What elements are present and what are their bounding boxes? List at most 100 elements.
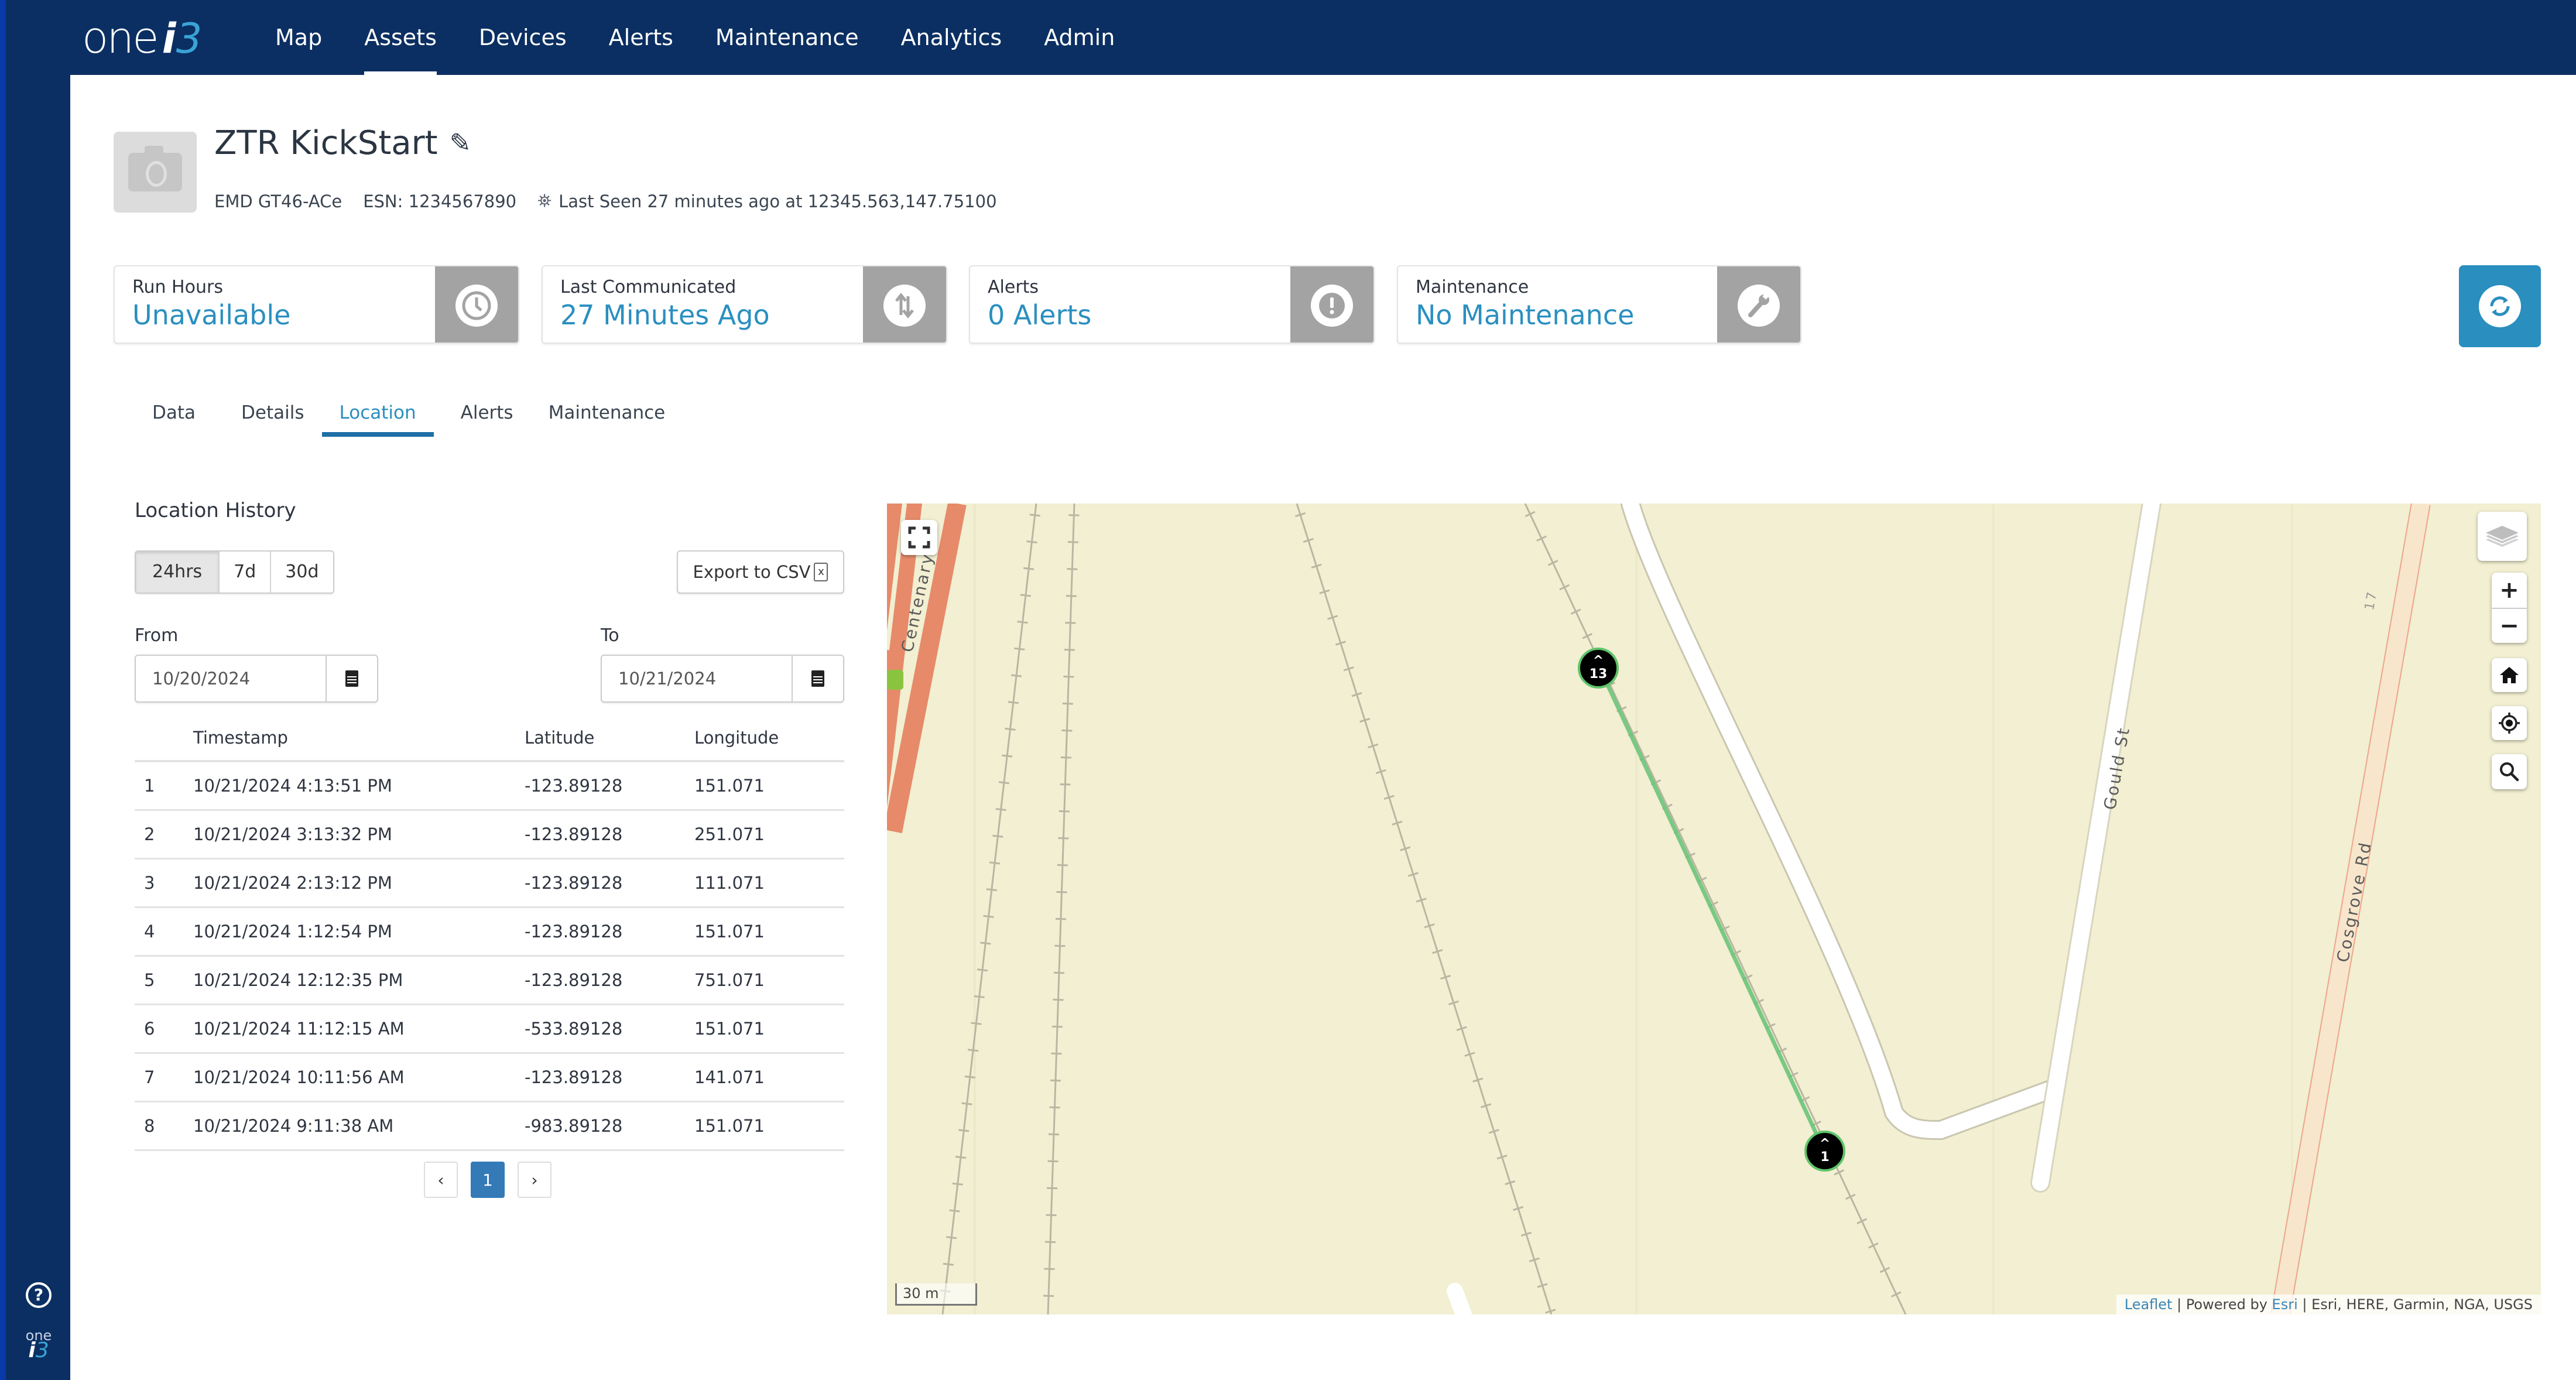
prev-page-button[interactable]: ‹ [424,1162,458,1198]
row-index: 6 [135,1004,193,1054]
help-icon[interactable]: ? [26,1282,52,1308]
sidebar-logo-i3: i3 [21,1340,56,1361]
railway-tick [1008,701,1019,704]
column-header-latitude[interactable]: Latitude [525,715,694,762]
row-longitude: 151.071 [694,1101,844,1151]
window-edge [0,0,6,1380]
card-maintenance: Maintenance No Maintenance [1397,265,1801,344]
from-calendar-button[interactable] [326,656,377,701]
pencil-icon[interactable]: ✎ [450,128,471,158]
home-button[interactable] [2492,658,2527,692]
tab-details[interactable]: Details [213,392,321,433]
railway-tick [1053,998,1064,1001]
asset-name: ZTR KickStart [214,124,438,162]
card-icon-box [1290,266,1373,343]
row-latitude: -123.89128 [525,1053,694,1102]
transfer-arrows-icon [883,285,926,327]
railway-tick [1053,971,1064,974]
tab-data[interactable]: Data [135,392,213,433]
one-i3-logo[interactable]: one i3 [82,13,202,63]
from-label: From [135,625,179,646]
table-row[interactable]: 2 10/21/2024 3:13:32 PM -123.89128 251.071 [135,810,844,859]
railway-tick [1050,1079,1061,1082]
export-csv-button[interactable]: Export to CSV x [677,550,844,594]
row-longitude: 151.071 [694,761,844,811]
nav-item-map[interactable]: Map [275,0,322,75]
tab-location[interactable]: Location [321,392,434,437]
card-label: Maintenance [1416,277,1529,297]
range-7d-button[interactable]: 7d [218,552,270,593]
card-label: Last Communicated [560,277,737,297]
table-row[interactable]: 7 10/21/2024 10:11:56 AM -123.89128 141.071 [135,1053,844,1102]
table-row[interactable]: 5 10/21/2024 12:12:35 PM -123.89128 751.071 [135,956,844,1005]
locate-button[interactable] [2492,706,2527,740]
map-search-button[interactable] [2492,754,2527,789]
nav-item-alerts[interactable]: Alerts [609,0,673,75]
map-marker-13[interactable]: ^ 13 [1578,648,1619,689]
railway-tick [968,1049,979,1052]
row-longitude: 151.071 [694,907,844,957]
row-index: 1 [135,761,193,811]
location-map[interactable]: Centenary Gould St Cosgrove Rd 17 ^ 13 ^… [887,504,2541,1314]
layers-button[interactable] [2478,512,2527,561]
nav-item-admin[interactable]: Admin [1044,0,1115,75]
table-row[interactable]: 1 10/21/2024 4:13:51 PM -123.89128 151.071 [135,761,844,811]
card-value: 27 Minutes Ago [560,299,770,331]
nav-item-maintenance[interactable]: Maintenance [715,0,859,75]
wrench-icon [1738,285,1780,327]
railway-tick [998,781,1010,785]
range-30d-button[interactable]: 30d [270,552,333,593]
to-calendar-button[interactable] [792,656,843,701]
column-header-longitude[interactable]: Longitude [694,715,844,762]
card-label: Alerts [988,277,1039,297]
asset-photo[interactable] [114,132,197,213]
next-page-button[interactable]: › [518,1162,551,1198]
map-marker-1[interactable]: ^ 1 [1804,1131,1845,1172]
railway-tick [1051,1025,1063,1028]
nav-item-assets[interactable]: Assets [364,0,437,75]
asset-subtitle: EMD GT46-ACe ESN: 1234567890 ⛯ Last Seen… [214,191,997,211]
leaflet-link[interactable]: Leaflet [2125,1296,2173,1313]
railway-tick [1046,1187,1058,1190]
row-latitude: -123.89128 [525,810,694,859]
railway-tick [1068,514,1080,516]
logo-i: i [162,15,176,63]
home-icon [2500,667,2519,683]
esri-link[interactable]: Esri [2272,1296,2298,1313]
card-icon-box [1717,266,1800,343]
card-alerts: Alerts 0 Alerts [969,265,1375,344]
table-row[interactable]: 3 10/21/2024 2:13:12 PM -123.89128 111.071 [135,858,844,908]
railway-tick [1047,1160,1059,1163]
railway-tick [1002,754,1013,758]
tab-alerts[interactable]: Alerts [434,392,531,433]
nav-item-devices[interactable]: Devices [479,0,567,75]
zoom-out-button[interactable]: − [2492,608,2527,643]
tab-maintenance[interactable]: Maintenance [531,392,683,433]
row-index: 5 [135,956,193,1005]
row-index: 4 [135,907,193,957]
logo-text: one [82,13,159,63]
table-row[interactable]: 4 10/21/2024 1:12:54 PM -123.89128 151.071 [135,907,844,957]
row-longitude: 251.071 [694,810,844,859]
column-header-timestamp[interactable]: Timestamp [193,715,525,762]
zoom-in-button[interactable]: + [2492,573,2527,608]
sidebar-logo[interactable]: one i3 [21,1328,56,1361]
row-latitude: -983.89128 [525,1101,694,1151]
railway-tick [946,1236,957,1239]
nav-item-analytics[interactable]: Analytics [901,0,1002,75]
page-1-button[interactable]: 1 [471,1162,505,1198]
asset-title: ZTR KickStart ✎ [214,124,471,162]
location-history-table: Timestamp Latitude Longitude 1 10/21/2024… [135,715,844,1151]
to-date-input[interactable] [602,656,792,701]
refresh-button[interactable] [2459,265,2541,347]
table-row[interactable]: 6 10/21/2024 11:12:15 AM -533.89128 151.071 [135,1004,844,1054]
calendar-icon [811,670,824,687]
fullscreen-button[interactable] [901,520,937,555]
table-row[interactable]: 8 10/21/2024 9:11:38 AM -983.89128 151.071 [135,1101,844,1151]
railway-tick [1065,622,1076,624]
railway-tick [952,1182,963,1186]
row-latitude: -123.89128 [525,858,694,908]
range-24hrs-button[interactable]: 24hrs [136,552,219,593]
chevron-up-icon: ^ [1592,653,1604,668]
from-date-input[interactable] [136,656,326,701]
